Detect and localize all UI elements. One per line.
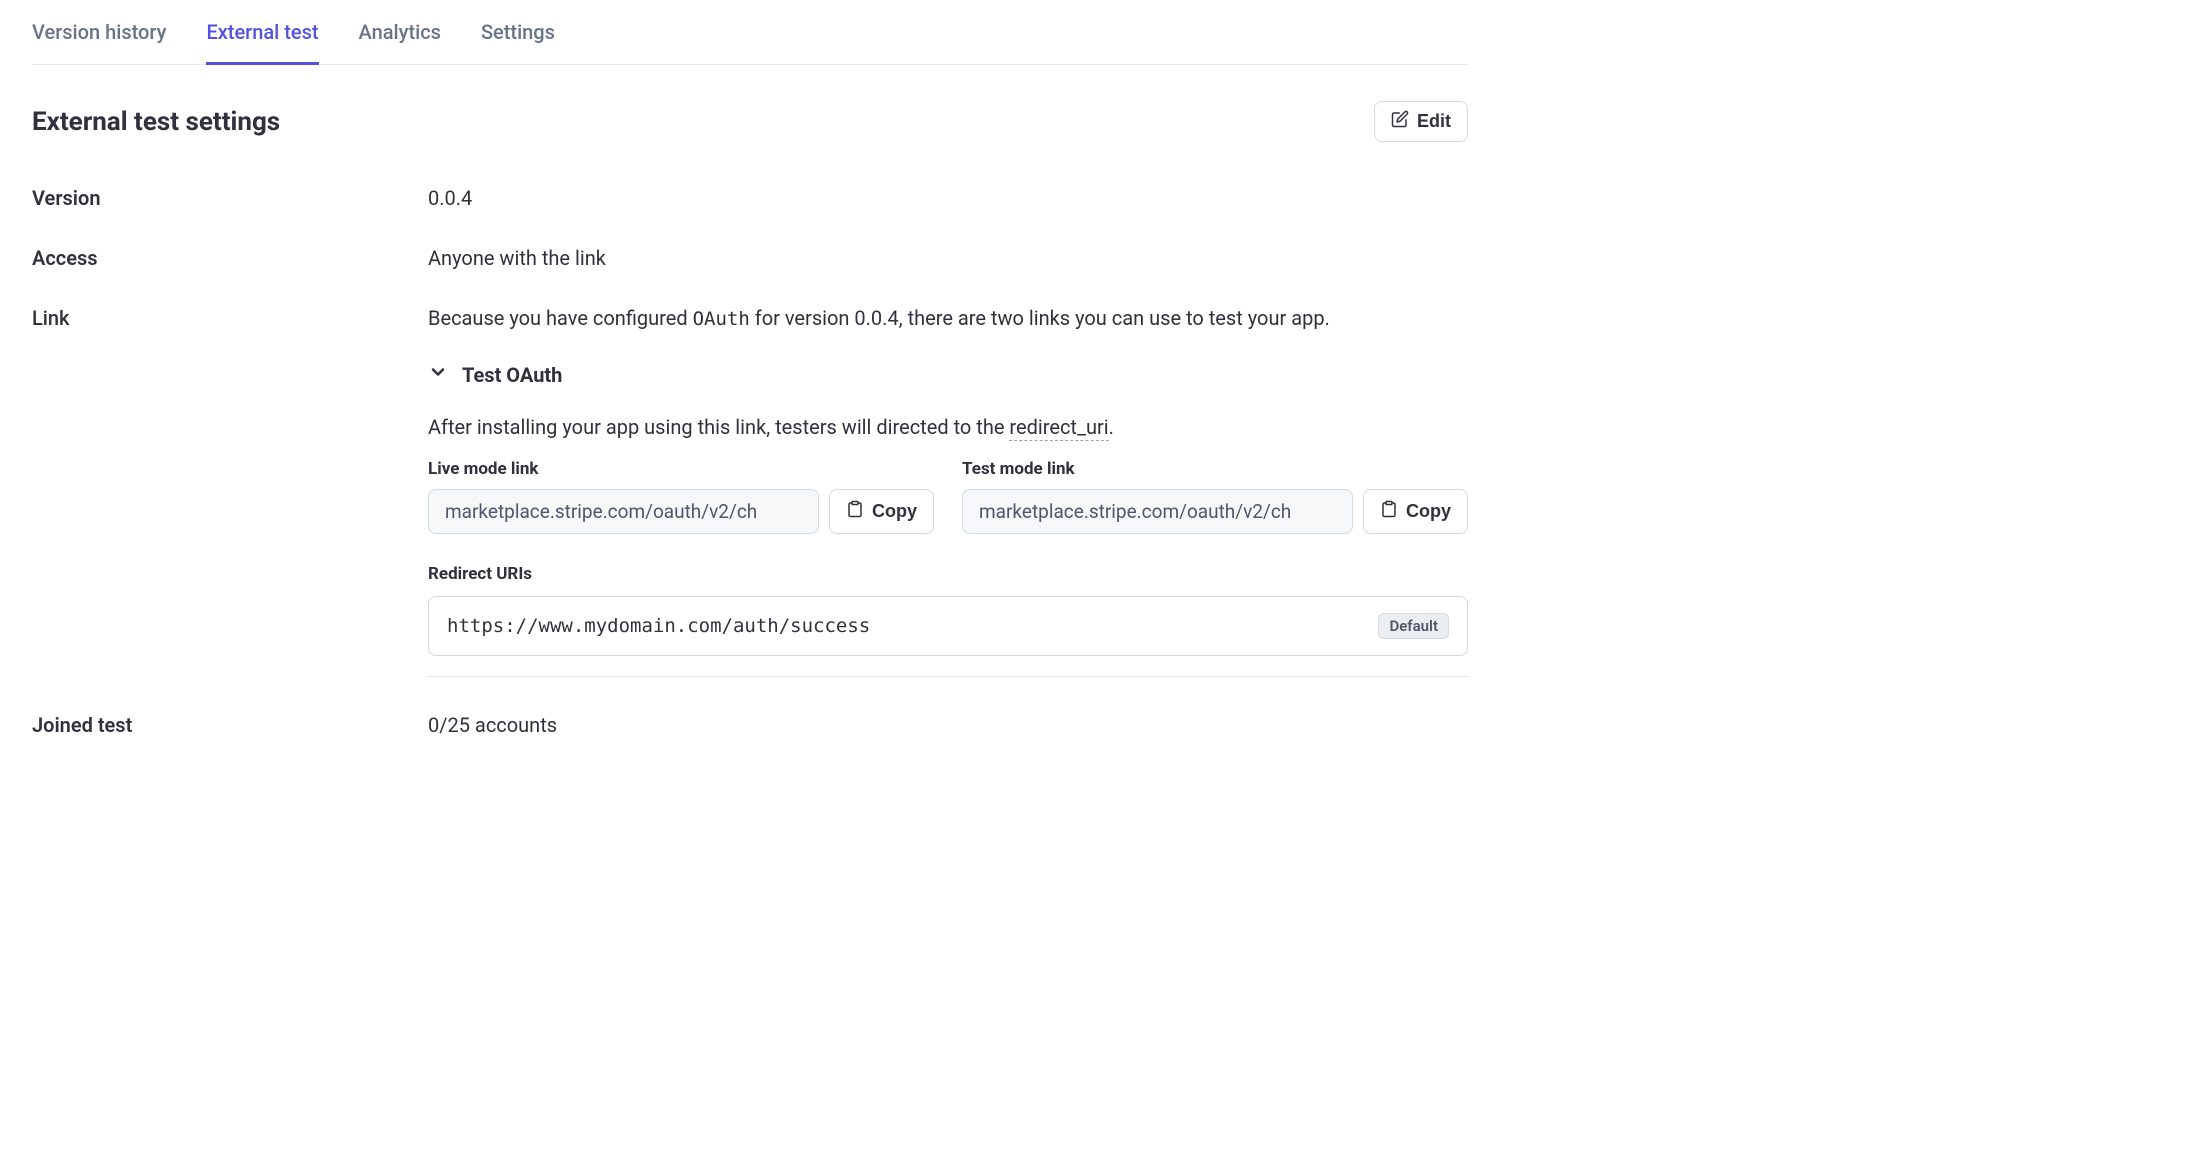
copy-label: Copy	[1406, 501, 1451, 522]
clipboard-icon	[1380, 500, 1398, 523]
tab-analytics[interactable]: Analytics	[359, 20, 441, 65]
row-access: Access Anyone with the link	[32, 246, 1468, 270]
oauth-desc-pre: After installing your app using this lin…	[428, 415, 1009, 439]
link-label: Link	[32, 306, 428, 330]
page-title: External test settings	[32, 107, 280, 137]
oauth-description: After installing your app using this lin…	[428, 415, 1468, 439]
copy-live-mode-button[interactable]: Copy	[829, 489, 934, 534]
test-mode-url[interactable]: marketplace.stripe.com/oauth/v2/ch	[962, 489, 1353, 534]
test-mode-label: Test mode link	[962, 459, 1468, 479]
live-mode-url[interactable]: marketplace.stripe.com/oauth/v2/ch	[428, 489, 819, 534]
copy-label: Copy	[872, 501, 917, 522]
tab-settings[interactable]: Settings	[481, 20, 555, 65]
edit-icon	[1391, 110, 1409, 133]
access-label: Access	[32, 246, 428, 270]
redirect-uri-term[interactable]: redirect_uri	[1009, 415, 1108, 441]
live-mode-col: Live mode link marketplace.stripe.com/oa…	[428, 459, 934, 534]
test-mode-col: Test mode link marketplace.stripe.com/oa…	[962, 459, 1468, 534]
joined-test-label: Joined test	[32, 713, 428, 737]
tab-version-history[interactable]: Version history	[32, 20, 166, 65]
version-value: 0.0.4	[428, 186, 1468, 210]
link-columns: Live mode link marketplace.stripe.com/oa…	[428, 459, 1468, 534]
tabs-bar: Version history External test Analytics …	[32, 20, 1468, 65]
row-link: Link Because you have configured OAuth f…	[32, 306, 1468, 677]
test-oauth-toggle[interactable]: Test OAuth	[428, 362, 1468, 387]
section-divider	[428, 676, 1468, 677]
edit-button-label: Edit	[1417, 111, 1451, 132]
tab-external-test[interactable]: External test	[206, 20, 318, 65]
live-mode-label: Live mode link	[428, 459, 934, 479]
default-badge: Default	[1378, 613, 1449, 639]
link-desc-post: for version 0.0.4, there are two links y…	[750, 306, 1330, 330]
link-content: Because you have configured OAuth for ve…	[428, 306, 1468, 677]
test-mode-row: marketplace.stripe.com/oauth/v2/ch Copy	[962, 489, 1468, 534]
row-version: Version 0.0.4	[32, 186, 1468, 210]
test-oauth-title: Test OAuth	[462, 363, 562, 387]
edit-button[interactable]: Edit	[1374, 101, 1468, 142]
chevron-down-icon	[428, 362, 448, 387]
access-value: Anyone with the link	[428, 246, 1468, 270]
live-mode-row: marketplace.stripe.com/oauth/v2/ch Copy	[428, 489, 934, 534]
header-row: External test settings Edit	[32, 101, 1468, 142]
redirect-uri-box: https://www.mydomain.com/auth/success De…	[428, 596, 1468, 656]
link-desc-code: OAuth	[693, 308, 750, 330]
version-label: Version	[32, 186, 428, 210]
oauth-desc-post: .	[1109, 415, 1114, 439]
link-desc-pre: Because you have configured	[428, 306, 693, 330]
row-joined-test: Joined test 0/25 accounts	[32, 713, 1468, 737]
redirect-uri-value: https://www.mydomain.com/auth/success	[447, 615, 870, 637]
link-description: Because you have configured OAuth for ve…	[428, 306, 1468, 330]
joined-test-value: 0/25 accounts	[428, 713, 1468, 737]
clipboard-icon	[846, 500, 864, 523]
redirect-uris-label: Redirect URIs	[428, 564, 1468, 584]
copy-test-mode-button[interactable]: Copy	[1363, 489, 1468, 534]
